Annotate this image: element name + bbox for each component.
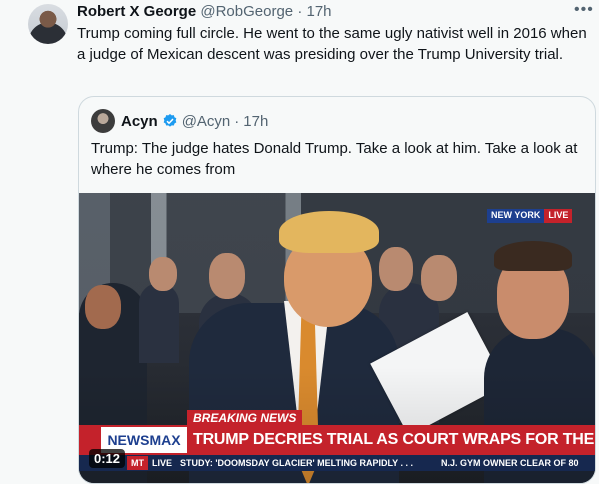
quoted-tweet-time[interactable]: 17h [243,113,268,130]
quoted-author-handle[interactable]: @Acyn [182,113,231,130]
quoted-author-name[interactable]: Acyn [121,113,158,130]
location-label: NEW YORK [487,209,545,223]
location-live-bug: NEW YORK LIVE [487,209,573,223]
ticker-tag: MT [127,456,148,470]
author-handle[interactable]: @RobGeorge [200,3,293,20]
verified-badge-icon [163,114,177,127]
tweet-time[interactable]: 17h [306,3,331,20]
tweet[interactable]: Robert X George @RobGeorge · 17h ••• Tru… [6,0,599,484]
ticker-live: LIVE [152,458,173,468]
quoted-author-avatar[interactable] [91,109,115,133]
quoted-tweet-header: Acyn @Acyn · 17h [91,109,268,133]
video-player[interactable]: NEW YORK LIVE BREAKING NEWS NEWSMAX TRUM… [79,193,595,483]
tweet-header: Robert X George @RobGeorge · 17h [77,3,332,20]
ticker-item: STUDY: 'DOOMSDAY GLACIER' MELTING RAPIDL… [180,458,413,468]
quoted-tweet-text: Trump: The judge hates Donald Trump. Tak… [91,140,578,178]
quoted-tweet[interactable]: Acyn @Acyn · 17h Trump: The judge hates … [78,96,596,484]
more-horizontal-icon[interactable]: ••• [574,1,594,19]
live-label: LIVE [544,209,573,223]
news-ticker: MT LIVE STUDY: 'DOOMSDAY GLACIER' MELTIN… [79,455,595,471]
headline-text: TRUMP DECRIES TRIAL AS COURT WRAPS FOR T… [193,431,595,448]
tweet-text: Trump coming full circle. He went to the… [77,25,587,63]
separator-dot: · [234,112,240,130]
author-avatar[interactable] [28,4,68,44]
author-name[interactable]: Robert X George [77,3,196,20]
video-duration: 0:12 [89,449,126,468]
separator-dot: · [297,3,303,20]
ticker-item: N.J. GYM OWNER CLEAR OF 80 [441,458,579,468]
